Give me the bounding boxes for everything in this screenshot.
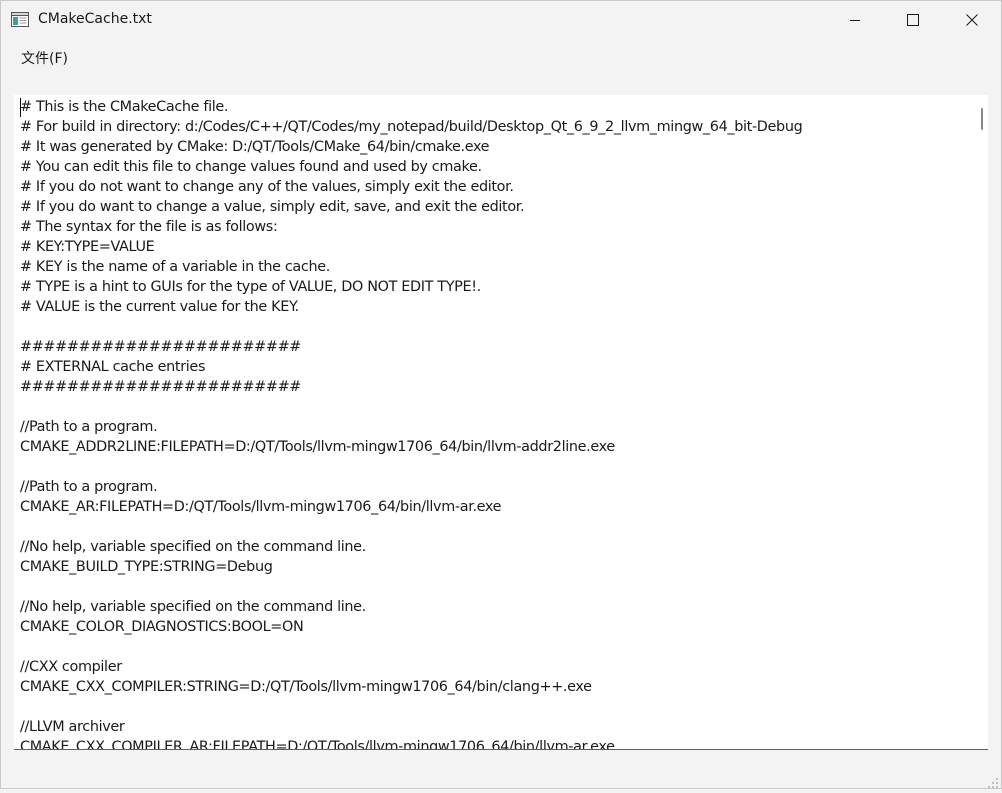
editor-line: # EXTERNAL cache entries [20, 359, 206, 375]
minimize-button[interactable] [826, 1, 884, 39]
editor-line: CMAKE_BUILD_TYPE:STRING=Debug [20, 559, 273, 575]
editor-line: CMAKE_COLOR_DIAGNOSTICS:BOOL=ON [20, 619, 304, 635]
editor-line: ######################## [20, 379, 301, 395]
resize-grip-icon[interactable] [987, 774, 999, 788]
editor-line: # TYPE is a hint to GUIs for the type of… [20, 279, 481, 295]
notepad-window-icon [11, 12, 29, 27]
editor-line: CMAKE_ADDR2LINE:FILEPATH=D:/QT/Tools/llv… [20, 439, 615, 455]
editor-line: # The syntax for the file is as follows: [20, 219, 278, 235]
editor-line: //LLVM archiver [20, 719, 125, 735]
editor-bottom-border [14, 749, 988, 750]
editor-line: # If you do not want to change any of th… [20, 179, 514, 195]
maximize-icon [907, 14, 919, 26]
editor-line: //No help, variable specified on the com… [20, 539, 366, 555]
editor-line: //Path to a program. [20, 479, 158, 495]
title-bar[interactable]: CMakeCache.txt [1, 1, 1001, 39]
editor-line: CMAKE_CXX_COMPILER:STRING=D:/QT/Tools/ll… [20, 679, 592, 695]
editor-line: # It was generated by CMake: D:/QT/Tools… [20, 139, 490, 155]
editor-line: //No help, variable specified on the com… [20, 599, 366, 615]
maximize-button[interactable] [884, 1, 942, 39]
menu-file[interactable]: 文件(F) [13, 46, 76, 70]
editor-line: # VALUE is the current value for the KEY… [20, 299, 299, 315]
editor-line: //Path to a program. [20, 419, 158, 435]
editor-line: # You can edit this file to change value… [20, 159, 482, 175]
vertical-scrollbar-thumb[interactable] [981, 108, 983, 130]
text-editor[interactable]: # This is the CMakeCache file. # For buil… [14, 95, 988, 750]
editor-line: CMAKE_AR:FILEPATH=D:/QT/Tools/llvm-mingw… [20, 499, 502, 515]
text-caret [20, 98, 21, 117]
editor-line: # For build in directory: d:/Codes/C++/Q… [20, 119, 803, 135]
editor-line: # KEY:TYPE=VALUE [20, 239, 155, 255]
close-icon [966, 14, 978, 26]
window-title: CMakeCache.txt [38, 11, 152, 27]
editor-line: # This is the CMakeCache file. [20, 99, 229, 115]
close-button[interactable] [943, 1, 1001, 39]
notepad-window: CMakeCache.txt 文件(F) # This is the CMake… [0, 0, 1002, 789]
menu-bar: 文件(F) [1, 39, 1001, 77]
minimize-icon [849, 14, 861, 26]
editor-line: ######################## [20, 339, 301, 355]
editor-text[interactable]: # This is the CMakeCache file. # For buil… [20, 97, 970, 750]
editor-line: # KEY is the name of a variable in the c… [20, 259, 330, 275]
editor-line: # If you do want to change a value, simp… [20, 199, 525, 215]
editor-line: //CXX compiler [20, 659, 122, 675]
